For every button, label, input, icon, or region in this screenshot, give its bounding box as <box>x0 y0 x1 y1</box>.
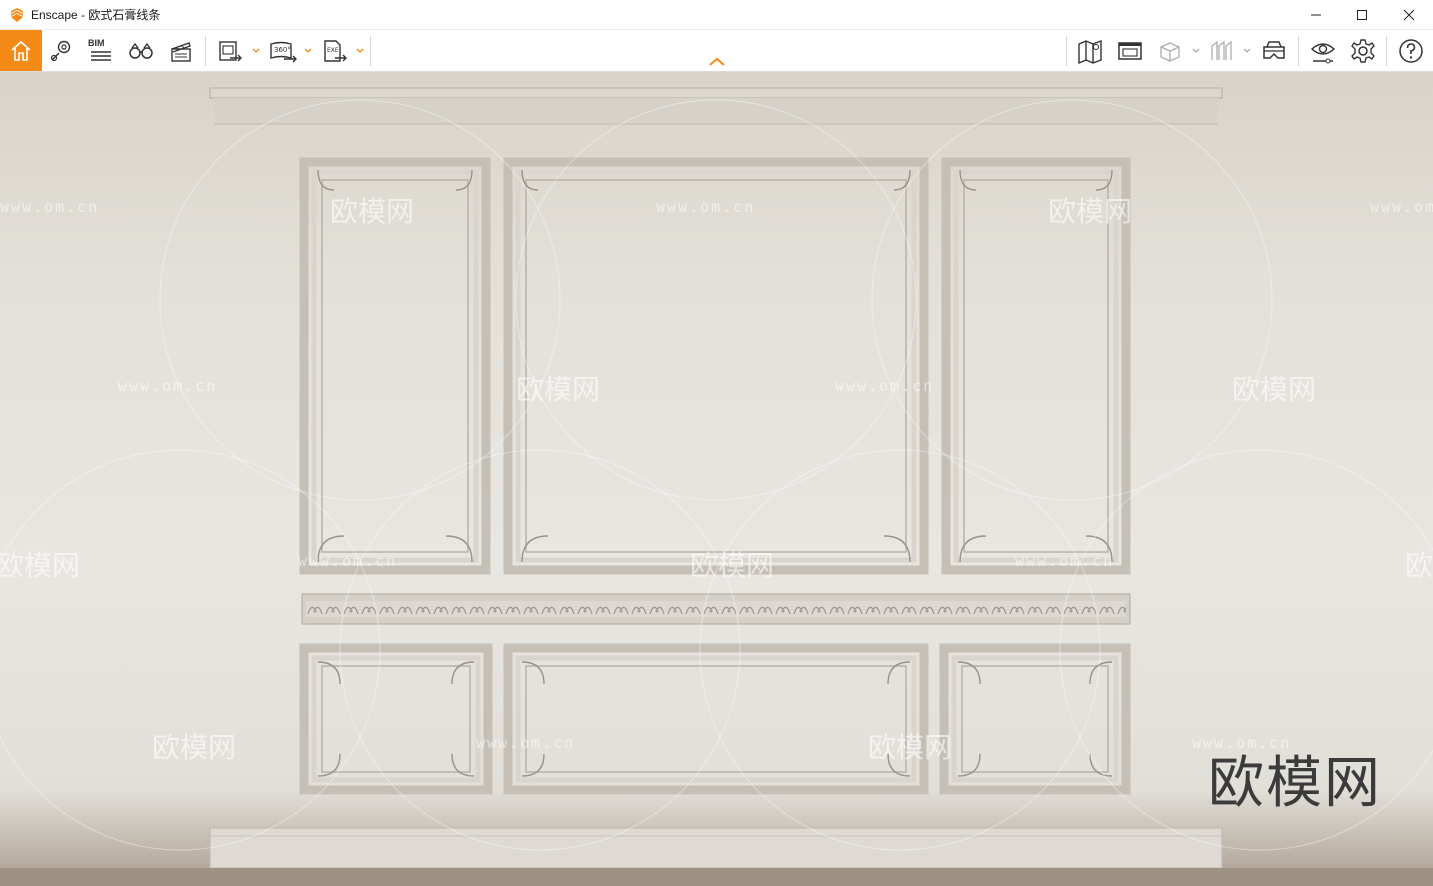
watermark-url: www.om.cn <box>1370 198 1433 216</box>
chevron-down-icon <box>252 48 260 53</box>
binoculars-button[interactable] <box>126 30 156 71</box>
watermark-url: www.om.cn <box>835 377 935 395</box>
watermark-logo: 欧模网 <box>516 373 601 406</box>
bim-button[interactable] <box>86 30 116 71</box>
maximize-icon <box>1357 10 1367 20</box>
watermark-logo: 欧模网 <box>1048 195 1133 228</box>
watermark-logo: 欧模网 <box>152 731 237 764</box>
help-button[interactable] <box>1395 30 1427 71</box>
render-viewport[interactable]: www.om.cn 欧模网 www.om.cn www.om.cn 欧模网 ww… <box>0 72 1433 886</box>
chevron-down-icon <box>1192 48 1200 53</box>
toolbar-separator <box>1386 36 1387 66</box>
toolbar-separator <box>205 36 206 66</box>
chevron-down-icon <box>304 48 312 53</box>
watermark-url: www.om.cn <box>1015 552 1115 570</box>
watermark-logo: 欧模网 <box>1405 549 1433 582</box>
settings-button[interactable] <box>1347 30 1379 71</box>
sections-dropdown[interactable] <box>1242 30 1252 71</box>
home-icon <box>11 40 31 61</box>
panorama-360-export-icon: 360° <box>270 41 297 62</box>
watermark-logo: 欧模网 <box>690 549 775 582</box>
close-icon <box>1403 9 1415 21</box>
collapse-toolbar-icon[interactable] <box>707 56 727 68</box>
watermark-logo: 欧模网 <box>330 195 415 228</box>
chevron-down-icon <box>1243 48 1251 53</box>
bim-list-icon <box>91 50 111 61</box>
watermark-big-logo: 欧模网 <box>1208 751 1382 816</box>
vr-button[interactable] <box>1258 30 1290 71</box>
enscape-logo-icon <box>11 7 23 22</box>
video-editor-button[interactable] <box>166 30 196 71</box>
watermark-url: www.om.cn <box>118 377 218 395</box>
screenshot-dropdown[interactable] <box>251 30 261 71</box>
exe-export-icon: EXE <box>324 39 347 62</box>
help-icon <box>1399 38 1423 63</box>
exe-export-button[interactable]: EXE <box>318 30 350 71</box>
binoculars-icon <box>129 42 153 59</box>
toolbar-separator <box>370 36 371 66</box>
panorama-dropdown[interactable] <box>303 30 313 71</box>
map-icon <box>1078 39 1102 64</box>
box-view-dropdown[interactable] <box>1191 30 1201 71</box>
toolbar-separator <box>1066 36 1067 66</box>
lower-frame-left <box>299 643 493 795</box>
title-bar: Enscape - 欧式石膏线条 <box>0 0 1433 30</box>
watermark-url: www.om.cn <box>656 198 756 216</box>
upper-frame-center <box>503 157 929 575</box>
svg-text:360°: 360° <box>274 46 291 54</box>
screenshot-export-icon <box>219 40 242 61</box>
minimize-button[interactable] <box>1293 0 1339 30</box>
watermark-url: www.om.cn <box>298 552 398 570</box>
exe-dropdown[interactable] <box>355 30 365 71</box>
screenshot-button[interactable] <box>214 30 246 71</box>
visibility-settings-icon <box>1310 42 1336 63</box>
panorama-button[interactable]: 360° <box>266 30 300 71</box>
toolbar-separator <box>1298 36 1299 66</box>
location-pin-icon <box>50 40 71 61</box>
sections-button[interactable] <box>1206 30 1236 71</box>
chevron-down-icon <box>356 48 364 53</box>
minimize-icon <box>1311 14 1321 16</box>
box-view-button[interactable] <box>1155 30 1185 71</box>
maximize-button[interactable] <box>1339 0 1385 30</box>
sections-icon <box>1211 40 1232 60</box>
box-view-icon <box>1160 41 1180 62</box>
home-button[interactable] <box>0 30 42 71</box>
watermark-url: www.om.cn <box>0 198 100 216</box>
watermark-logo: 欧模网 <box>868 731 953 764</box>
map-button[interactable] <box>1074 30 1106 71</box>
watermark-logo: 欧模网 <box>0 549 81 582</box>
vr-headset-icon <box>1263 40 1285 59</box>
clapperboard-icon <box>171 41 191 62</box>
lower-frame-center <box>503 643 929 795</box>
close-button[interactable] <box>1386 0 1432 30</box>
settings-icon <box>1351 38 1375 63</box>
render-window-icon <box>1118 41 1142 60</box>
svg-text:EXE: EXE <box>327 47 339 54</box>
visibility-button[interactable] <box>1306 30 1340 71</box>
views-button[interactable] <box>46 30 76 71</box>
watermark-url: www.om.cn <box>476 734 576 752</box>
window-title: Enscape - 欧式石膏线条 <box>31 8 161 22</box>
watermark-logo: 欧模网 <box>1232 373 1317 406</box>
render-window-button[interactable] <box>1114 30 1146 71</box>
